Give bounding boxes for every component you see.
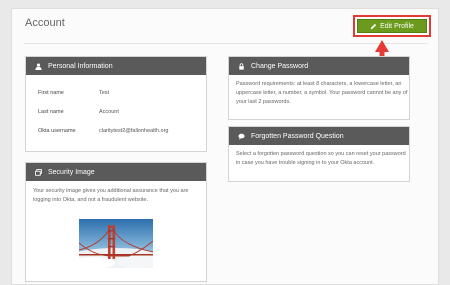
security-image-header: Security Image [26, 163, 206, 181]
personal-information-title: Personal Information [48, 62, 113, 70]
change-password-description: Password requirements: at least 8 charac… [236, 81, 408, 105]
okta-username-label: Okta username [38, 128, 76, 134]
forgotten-password-card: Forgotten Password Question Select a for… [228, 126, 410, 182]
security-image-card: Security Image Your security image gives… [25, 162, 207, 282]
security-image-title: Security Image [48, 168, 95, 176]
last-name-label: Last name [38, 109, 64, 115]
first-name-value: Test [99, 90, 110, 96]
forgotten-password-description: Select a forgotten password question so … [236, 151, 406, 166]
page-title: Account [25, 17, 65, 29]
personal-information-header: Personal Information [26, 57, 206, 75]
pencil-icon [370, 23, 377, 29]
forgotten-password-header: Forgotten Password Question [229, 127, 409, 145]
first-name-label: First name [38, 90, 64, 96]
change-password-card: Change Password Password requirements: a… [228, 56, 410, 120]
security-image-description: Your security image gives you additional… [33, 188, 189, 203]
account-page: Account Edit Profile Personal Informatio… [11, 8, 439, 285]
personal-information-card: Personal Information First name Test Las… [25, 56, 207, 152]
image-icon [35, 168, 42, 176]
last-name-value: Account [99, 109, 119, 115]
forgotten-password-title: Forgotten Password Question [251, 132, 344, 140]
change-password-header: Change Password [229, 57, 409, 75]
change-password-title: Change Password [251, 62, 309, 70]
person-icon [35, 62, 42, 70]
security-image-photo [79, 219, 153, 268]
okta-username-value: claritytest2@fallonhealth.org [99, 128, 169, 134]
edit-profile-label: Edit Profile [380, 22, 414, 30]
title-divider [24, 43, 428, 44]
lock-icon [239, 62, 244, 70]
speech-bubble-icon [238, 133, 245, 140]
edit-profile-button[interactable]: Edit Profile [357, 19, 427, 33]
edit-profile-highlight: Edit Profile [353, 15, 431, 37]
